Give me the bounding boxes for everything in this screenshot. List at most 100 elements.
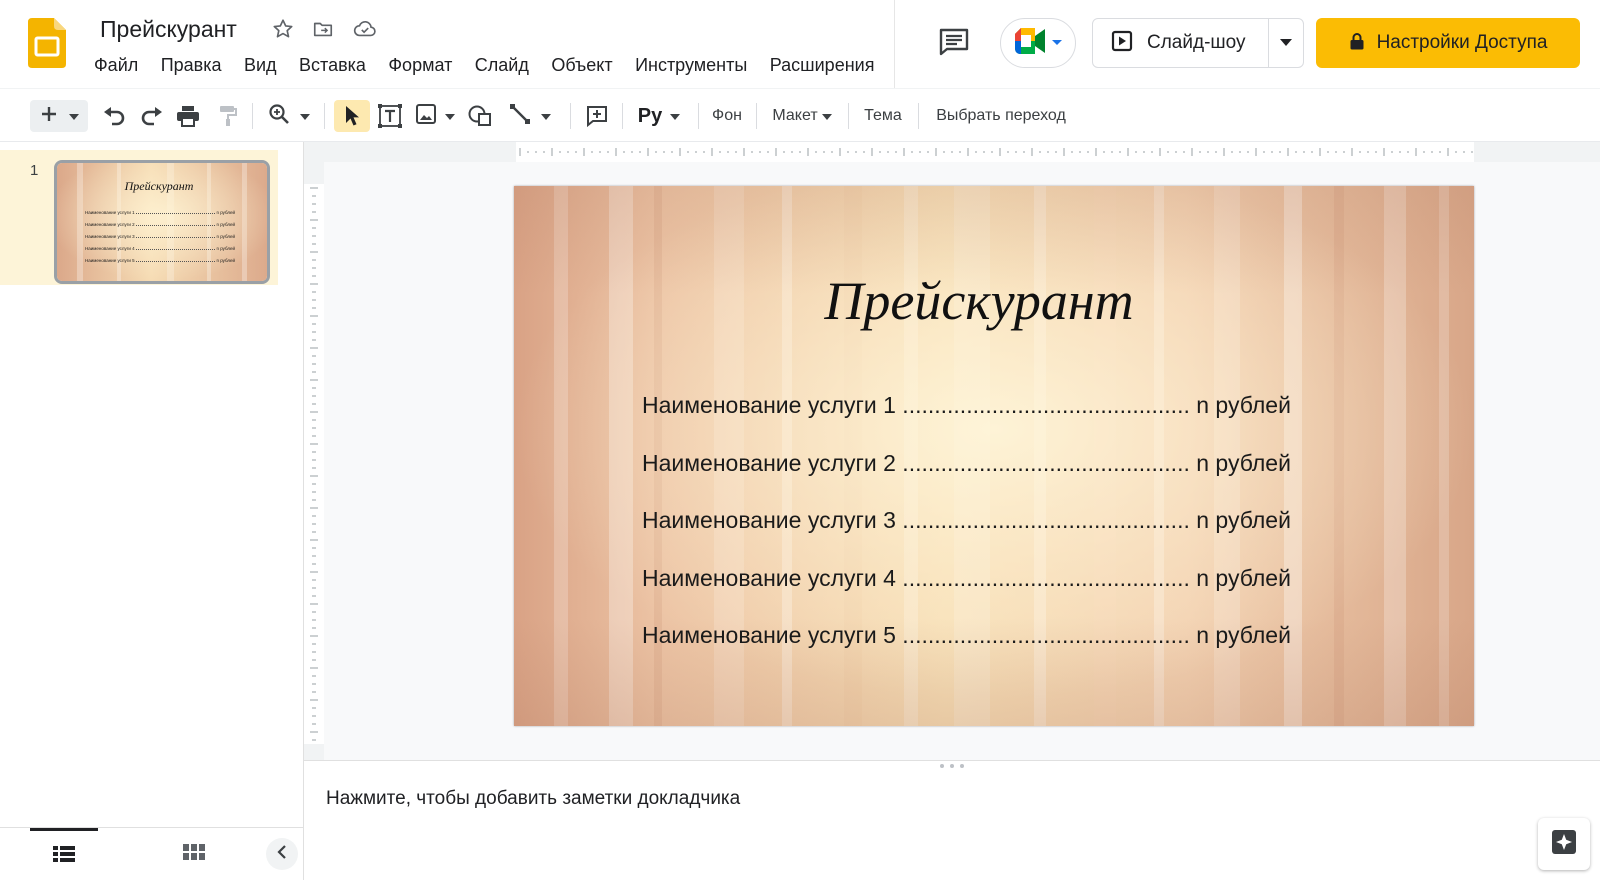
slide-canvas[interactable]: Прейскурант Наименование услуги 1 ......… xyxy=(514,186,1474,726)
thumbnail-row: Наименование услуги 2 n рублей xyxy=(85,221,235,227)
slides-logo-icon[interactable] xyxy=(28,18,66,68)
shape-icon[interactable] xyxy=(464,100,496,132)
vertical-ruler[interactable] xyxy=(304,162,324,760)
layout-label: Макет xyxy=(772,107,818,124)
line-icon xyxy=(509,103,531,130)
filmstrip-view-button[interactable] xyxy=(30,828,98,881)
menu-slide[interactable]: Слайд xyxy=(467,53,537,78)
paint-format-icon[interactable] xyxy=(212,100,244,132)
toolbar: Pу Фон Макет Тема Выбрать переход xyxy=(0,88,1600,142)
zoom-icon xyxy=(268,103,290,130)
background-label: Фон xyxy=(712,107,742,124)
price-row: Наименование услуги 1 ..................… xyxy=(642,392,1291,418)
speaker-notes-placeholder[interactable]: Нажмите, чтобы добавить заметки докладчи… xyxy=(326,788,740,810)
toolbar-separator xyxy=(622,103,623,129)
menu-edit[interactable]: Правка xyxy=(153,53,230,78)
caret-down-icon xyxy=(821,107,832,125)
menu-bar: Файл Правка Вид Вставка Формат Слайд Объ… xyxy=(86,53,894,79)
line-tool-button[interactable] xyxy=(504,100,556,132)
menu-arrange[interactable]: Объект xyxy=(543,53,620,78)
toolbar-separator xyxy=(252,103,253,129)
star-icon[interactable] xyxy=(270,16,296,42)
theme-label: Тема xyxy=(864,107,902,124)
redo-icon[interactable] xyxy=(136,100,168,132)
thumbnail-rows: Наименование услуги 1 n рублей Наименова… xyxy=(85,206,235,267)
filmstrip-footer xyxy=(0,827,304,880)
notes-resize-handle[interactable] xyxy=(304,760,1600,770)
slide-title[interactable]: Прейскурант xyxy=(514,270,1444,332)
caret-down-icon xyxy=(670,107,681,125)
grid-view-icon xyxy=(183,844,205,865)
layout-button[interactable]: Макет xyxy=(764,100,840,132)
caret-down-icon xyxy=(541,107,551,125)
toolbar-separator xyxy=(570,103,571,129)
toolbar-separator xyxy=(848,103,849,129)
theme-button[interactable]: Тема xyxy=(856,100,910,132)
text-box-icon[interactable] xyxy=(374,100,406,132)
toolbar-separator xyxy=(756,103,757,129)
thumbnail-title: Прейскурант xyxy=(124,179,194,193)
slideshow-button-group: Слайд-шоу xyxy=(1092,18,1304,68)
menu-view[interactable]: Вид xyxy=(236,53,285,78)
new-slide-button[interactable] xyxy=(30,100,88,132)
thumbnail-row: Наименование услуги 1 n рублей xyxy=(85,209,235,215)
google-meet-icon xyxy=(1013,27,1047,60)
toolbar-separator xyxy=(698,103,699,129)
zoom-button[interactable] xyxy=(262,100,316,132)
select-cursor-icon[interactable] xyxy=(334,100,370,132)
editor-canvas: Прейскурант Наименование услуги 1 ......… xyxy=(304,142,1600,760)
slideshow-options-button[interactable] xyxy=(1269,34,1303,52)
add-comment-icon[interactable] xyxy=(580,100,614,132)
slide-thumbnail[interactable]: Прейскурант Наименование услуги 1 n рубл… xyxy=(54,160,270,284)
speaker-notes[interactable]: Нажмите, чтобы добавить заметки докладчи… xyxy=(304,770,1600,880)
collapse-filmstrip-button[interactable] xyxy=(266,838,298,870)
toolbar-separator xyxy=(324,103,325,129)
list-view-icon xyxy=(53,845,75,867)
horizontal-ruler[interactable] xyxy=(304,142,1600,162)
plus-icon xyxy=(39,104,59,129)
slide-number: 1 xyxy=(30,162,39,179)
caret-down-icon xyxy=(445,107,455,125)
explore-icon xyxy=(1551,829,1577,860)
chevron-left-icon xyxy=(277,844,287,865)
price-row: Наименование услуги 3 ..................… xyxy=(642,507,1291,533)
price-row: Наименование услуги 4 ..................… xyxy=(642,564,1291,591)
input-tools-button[interactable]: Pу xyxy=(632,100,686,132)
input-tools-label: Pу xyxy=(637,104,663,127)
transition-button[interactable]: Выбрать переход xyxy=(926,100,1076,132)
slideshow-button[interactable]: Слайд-шоу xyxy=(1093,19,1269,67)
transition-label: Выбрать переход xyxy=(936,107,1066,124)
thumbnail-row: Наименование услуги 5 n рублей xyxy=(85,258,235,264)
menu-extensions[interactable]: Расширения xyxy=(762,53,883,78)
insert-image-button[interactable] xyxy=(412,100,458,132)
price-row: Наименование услуги 5 ..................… xyxy=(642,622,1291,648)
menu-file[interactable]: Файл xyxy=(86,53,146,78)
background-button[interactable]: Фон xyxy=(704,100,750,132)
price-row: Наименование услуги 2 ..................… xyxy=(642,449,1291,476)
undo-icon[interactable] xyxy=(98,100,130,132)
menu-format[interactable]: Формат xyxy=(380,53,460,78)
play-icon xyxy=(1111,30,1133,57)
move-to-folder-icon[interactable] xyxy=(310,16,336,42)
image-icon xyxy=(415,103,437,130)
share-button[interactable]: Настройки Доступа xyxy=(1316,18,1580,68)
header-divider xyxy=(894,0,895,88)
thumbnail-row: Наименование услуги 4 n рублей xyxy=(85,246,235,252)
lock-icon xyxy=(1349,32,1365,55)
comments-icon[interactable] xyxy=(936,24,972,60)
price-list[interactable]: Наименование услуги 1 ..................… xyxy=(642,392,1342,680)
print-icon[interactable] xyxy=(172,100,204,132)
thumbnail-row: Наименование услуги 3 n рублей xyxy=(85,233,235,239)
grid-view-button[interactable] xyxy=(160,828,228,881)
share-label: Настройки Доступа xyxy=(1376,32,1548,53)
chevron-down-icon xyxy=(1051,34,1063,52)
filmstrip-slide-1[interactable]: 1 Прейскурант Наименование услуги 1 n ру… xyxy=(0,150,278,285)
meet-button[interactable] xyxy=(1000,18,1076,68)
explore-button[interactable] xyxy=(1538,818,1590,870)
document-title[interactable]: Прейскурант xyxy=(96,14,241,45)
menu-insert[interactable]: Вставка xyxy=(291,53,374,78)
app-header: Прейскурант Файл Правка Вид Вставка Форм… xyxy=(0,0,1600,88)
cloud-saved-icon[interactable] xyxy=(352,16,378,42)
caret-down-icon xyxy=(69,107,79,125)
menu-tools[interactable]: Инструменты xyxy=(627,53,755,78)
